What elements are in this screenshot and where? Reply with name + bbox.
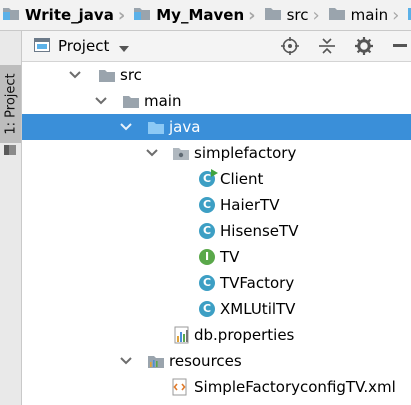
folder-icon: [99, 70, 115, 82]
chevron-right-icon: ›: [117, 4, 126, 26]
class-icon: C: [199, 275, 215, 291]
tree-label: main: [144, 92, 182, 110]
project-view-icon: [34, 37, 50, 56]
tree-label: SimpleFactoryconfigTV.xml: [194, 378, 396, 396]
breadcrumb-item-src[interactable]: src ›: [262, 0, 326, 30]
properties-file-icon: [174, 326, 189, 344]
tree-row-tv[interactable]: I TV: [22, 244, 411, 270]
breadcrumb-label: src: [286, 6, 309, 24]
breadcrumb-label: My_Maven: [156, 6, 245, 24]
tree-label: java: [169, 118, 201, 136]
breadcrumb-item-main[interactable]: main ›: [326, 0, 406, 30]
folder-icon: [328, 5, 346, 25]
tree-label: TVFactory: [220, 274, 295, 292]
tree-row-tvfactory[interactable]: C TVFactory: [22, 270, 411, 296]
source-folder-icon: [148, 122, 164, 134]
tree-row-haiertv[interactable]: C HaierTV: [22, 192, 411, 218]
project-view-title[interactable]: Project: [58, 37, 109, 55]
tree-row-resources[interactable]: resources: [22, 348, 411, 374]
chevron-down-icon[interactable]: [119, 37, 130, 56]
tool-window-strip: 1: Project: [0, 31, 22, 405]
chevron-down-icon[interactable]: [120, 123, 132, 131]
tree-label: simplefactory: [194, 144, 297, 162]
chevron-down-icon[interactable]: [69, 71, 81, 79]
package-icon: [173, 148, 189, 160]
tree-label: Client: [220, 170, 264, 188]
folder-icon: [123, 96, 139, 108]
resources-folder-icon: [148, 356, 164, 368]
project-folder-icon: [2, 5, 20, 25]
tree-row-src[interactable]: src: [22, 62, 411, 88]
breadcrumb: Write_java › My_Maven › src › main › ja: [0, 0, 411, 31]
project-tool-tab-label: 1: Project: [3, 73, 19, 135]
tree-label: src: [120, 66, 142, 84]
project-tree: src main java simplefactory C Client C H…: [22, 62, 411, 405]
tree-row-main[interactable]: main: [22, 88, 411, 114]
folder-icon: [264, 5, 282, 25]
hide-icon[interactable]: [393, 44, 407, 48]
tree-row-hisensetv[interactable]: C HisenseTV: [22, 218, 411, 244]
tree-label: TV: [220, 248, 240, 266]
class-icon: C: [199, 301, 215, 317]
gear-icon[interactable]: [355, 37, 373, 55]
tree-row-simplefactory[interactable]: simplefactory: [22, 140, 411, 166]
breadcrumb-item-module[interactable]: My_Maven ›: [131, 0, 261, 30]
tree-label: XMLUtilTV: [220, 300, 296, 318]
chevron-down-icon[interactable]: [95, 97, 107, 105]
breadcrumb-item-project[interactable]: Write_java ›: [0, 0, 131, 30]
source-folder-icon: [407, 5, 411, 25]
class-icon: C: [199, 223, 215, 239]
breadcrumb-item-java[interactable]: ja: [405, 0, 411, 30]
project-header: Project: [22, 31, 411, 62]
module-folder-icon: [133, 5, 151, 25]
interface-icon: I: [199, 249, 215, 265]
tree-label: HisenseTV: [220, 222, 299, 240]
tree-label: resources: [169, 352, 242, 370]
chevron-down-icon[interactable]: [120, 357, 132, 365]
breadcrumb-label: Write_java: [25, 6, 114, 24]
locate-target-icon[interactable]: [281, 37, 299, 55]
tree-row-client[interactable]: C Client: [22, 166, 411, 192]
tree-row-db-properties[interactable]: db.properties: [22, 322, 411, 348]
tree-row-xmlutiltv[interactable]: C XMLUtilTV: [22, 296, 411, 322]
run-badge-icon: [211, 169, 218, 177]
tree-label: HaierTV: [220, 196, 280, 214]
tool-window-icon: [4, 145, 16, 155]
collapse-all-icon[interactable]: [319, 37, 335, 55]
chevron-right-icon: ›: [248, 4, 256, 26]
tree-row-java[interactable]: java: [22, 114, 411, 140]
chevron-down-icon[interactable]: [146, 149, 158, 157]
class-icon: C: [199, 197, 215, 213]
breadcrumb-label: main: [350, 6, 389, 24]
tree-row-simplefactoryconfigtv-xml[interactable]: SimpleFactoryconfigTV.xml: [22, 374, 411, 400]
xml-file-icon: [172, 378, 187, 396]
chevron-right-icon: ›: [392, 4, 400, 26]
tree-label: db.properties: [194, 326, 295, 344]
chevron-right-icon: ›: [312, 4, 320, 26]
